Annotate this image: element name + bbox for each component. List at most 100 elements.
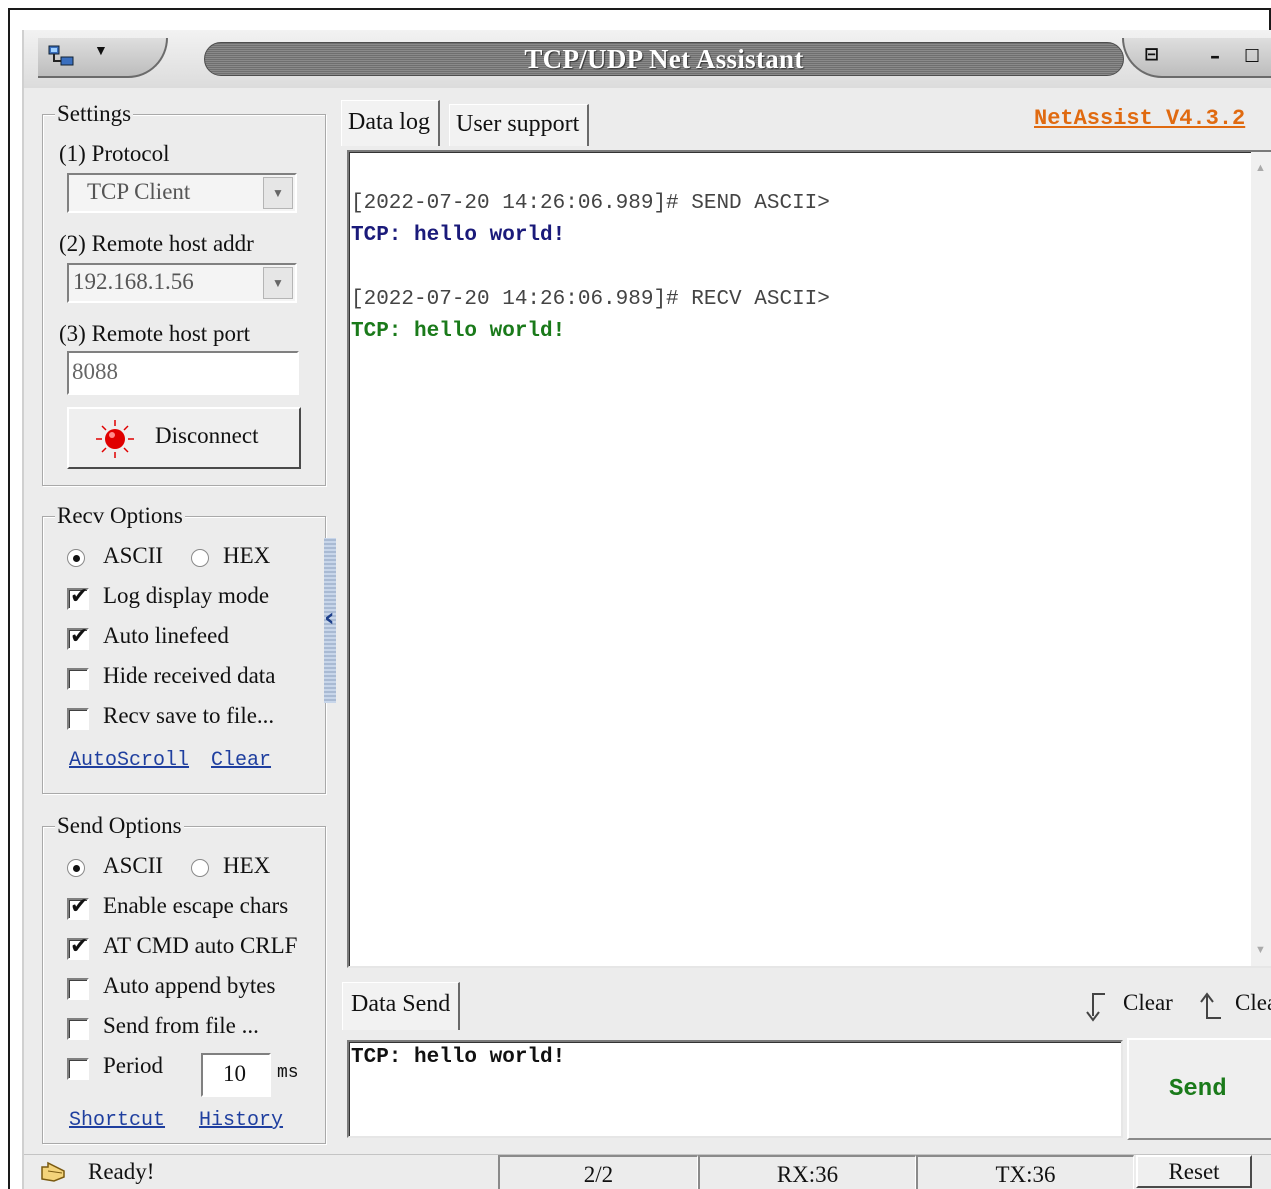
check-icon: ✔ (70, 624, 89, 649)
recv-options-group: Recv Options ASCII HEX ✔ Log display mod… (42, 503, 326, 794)
status-bar: Ready! 2/2 RX:36 TX:36 Reset (24, 1154, 1271, 1189)
clear-history-label: Clear (1235, 990, 1271, 1015)
checkbox[interactable]: ✔ (67, 584, 89, 610)
enable-escape-chars-checkbox[interactable]: ✔ Enable escape chars (67, 893, 323, 923)
send-hex-label: HEX (223, 853, 271, 878)
host-select[interactable]: 192.168.1.56 ▼ (67, 263, 297, 303)
radio-unselected[interactable] (191, 859, 209, 877)
checkbox[interactable]: ✔ (67, 894, 89, 920)
hide-received-data-label: Hide received data (103, 663, 276, 688)
send-hex-radio[interactable]: HEX (191, 853, 301, 883)
hide-received-data-checkbox[interactable]: Hide received data (67, 663, 317, 693)
log-display-mode-checkbox[interactable]: ✔ Log display mode (67, 583, 317, 613)
recv-hex-label: HEX (223, 543, 271, 568)
disconnect-label: Disconnect (155, 423, 259, 448)
recv-options-legend: Recv Options (55, 503, 185, 529)
maximize-button[interactable]: ☐ (1244, 46, 1260, 67)
chevron-down-icon: ▼ (94, 44, 108, 59)
check-icon: ✔ (70, 934, 89, 959)
log-line: TCP: hello world! (351, 320, 566, 343)
disconnect-button[interactable]: Disconnect (67, 407, 301, 469)
connection-status-icon (96, 420, 134, 458)
period-input[interactable]: 10 (201, 1053, 271, 1097)
autoscroll-link[interactable]: AutoScroll (69, 749, 189, 772)
enable-escape-chars-label: Enable escape chars (103, 893, 289, 918)
at-cmd-auto-crlf-checkbox[interactable]: ✔ AT CMD auto CRLF (67, 933, 323, 963)
scroll-up-icon[interactable]: ▲ (1255, 162, 1266, 174)
log-scrollbar[interactable]: ▲ ▼ (1251, 152, 1271, 966)
app-window: TCP/UDP Net Assistant ▼ ⊟ – ☐ Settings (… (22, 30, 1271, 1189)
status-ready-text: Ready! (88, 1159, 155, 1184)
port-value: 8088 (72, 359, 118, 384)
auto-append-bytes-checkbox[interactable]: Auto append bytes (67, 973, 323, 1003)
send-toolbar: Data Send Clear Clear (337, 974, 1271, 1030)
send-button[interactable]: Send (1127, 1038, 1271, 1140)
protocol-label: (1) Protocol (59, 141, 170, 166)
auto-append-bytes-label: Auto append bytes (103, 973, 276, 998)
status-packet-count: 2/2 (498, 1155, 698, 1189)
pin-icon[interactable]: ⊟ (1144, 44, 1159, 65)
system-menu-button[interactable]: ▼ (38, 38, 168, 78)
period-checkbox[interactable]: Period (67, 1053, 197, 1083)
checkbox[interactable]: ✔ (67, 624, 89, 650)
protocol-select[interactable]: TCP Client ▼ (67, 173, 297, 213)
checkbox[interactable] (67, 1018, 89, 1040)
port-input[interactable]: 8088 (67, 351, 299, 395)
send-text-input[interactable]: TCP: hello world! (347, 1040, 1123, 1138)
minimize-button[interactable]: – (1210, 44, 1220, 68)
network-app-icon (48, 45, 74, 66)
recv-save-to-file-label: Recv save to file... (103, 703, 275, 728)
hand-pointer-icon (41, 1161, 65, 1182)
checkbox[interactable] (67, 668, 89, 690)
send-from-file-label: Send from file ... (103, 1013, 259, 1038)
reset-button[interactable]: Reset (1136, 1155, 1252, 1188)
scroll-down-icon[interactable]: ▼ (1255, 944, 1266, 956)
window-title: TCP/UDP Net Assistant (524, 44, 804, 74)
radio-selected[interactable] (67, 859, 85, 877)
clear-down-arrow-icon (1086, 993, 1105, 1022)
log-line: [2022-07-20 14:26:06.989]# RECV ASCII> (351, 288, 830, 311)
status-rx-count: RX:36 (698, 1155, 916, 1189)
at-cmd-auto-crlf-label: AT CMD auto CRLF (103, 933, 298, 958)
chevron-down-icon[interactable]: ▼ (263, 177, 293, 209)
history-link[interactable]: History (199, 1109, 283, 1132)
checkbox[interactable] (67, 708, 89, 730)
clear-send-button[interactable]: Clear (1067, 988, 1177, 1024)
checkbox[interactable]: ✔ (67, 934, 89, 960)
recv-save-to-file-checkbox[interactable]: Recv save to file... (67, 703, 317, 733)
clear-send-label: Clear (1123, 990, 1173, 1015)
auto-linefeed-checkbox[interactable]: ✔ Auto linefeed (67, 623, 317, 653)
clear-history-button[interactable]: Clear (1179, 988, 1271, 1024)
send-from-file-checkbox[interactable]: Send from file ... (67, 1013, 323, 1043)
settings-legend: Settings (55, 101, 134, 127)
send-button-label: Send (1169, 1076, 1227, 1103)
collapse-left-icon[interactable]: ‹ (324, 603, 335, 633)
window-controls: ⊟ – ☐ (1122, 38, 1271, 78)
log-line: TCP: hello world! (351, 224, 566, 247)
tab-data-log[interactable]: Data log (341, 100, 440, 146)
version-link[interactable]: NetAssist V4.3.2 (1034, 106, 1245, 131)
tab-user-support[interactable]: User support (449, 104, 590, 146)
send-ascii-radio[interactable]: ASCII (67, 853, 177, 883)
check-icon: ✔ (70, 894, 89, 919)
radio-selected[interactable] (67, 549, 85, 567)
protocol-value: TCP Client (87, 179, 191, 204)
send-options-group: Send Options ASCII HEX ✔ Enable escape c… (42, 813, 326, 1144)
recv-ascii-label: ASCII (103, 543, 164, 568)
status-tx-count: TX:36 (916, 1155, 1134, 1189)
log-display-mode-label: Log display mode (103, 583, 270, 608)
checkbox[interactable] (67, 978, 89, 1000)
period-unit: ms (277, 1063, 299, 1083)
log-line: [2022-07-20 14:26:06.989]# SEND ASCII> (351, 192, 830, 215)
shortcut-link[interactable]: Shortcut (69, 1109, 165, 1132)
checkbox[interactable] (67, 1058, 89, 1080)
chevron-down-icon[interactable]: ▼ (263, 267, 293, 299)
radio-unselected[interactable] (191, 549, 209, 567)
recv-hex-radio[interactable]: HEX (191, 543, 301, 573)
recv-ascii-radio[interactable]: ASCII (67, 543, 177, 573)
recv-clear-link[interactable]: Clear (211, 749, 271, 772)
port-label: (3) Remote host port (59, 321, 250, 346)
tab-data-send[interactable]: Data Send (342, 982, 461, 1030)
check-icon: ✔ (70, 584, 89, 609)
data-log-view[interactable]: [2022-07-20 14:26:06.989]# SEND ASCII> T… (347, 150, 1271, 968)
